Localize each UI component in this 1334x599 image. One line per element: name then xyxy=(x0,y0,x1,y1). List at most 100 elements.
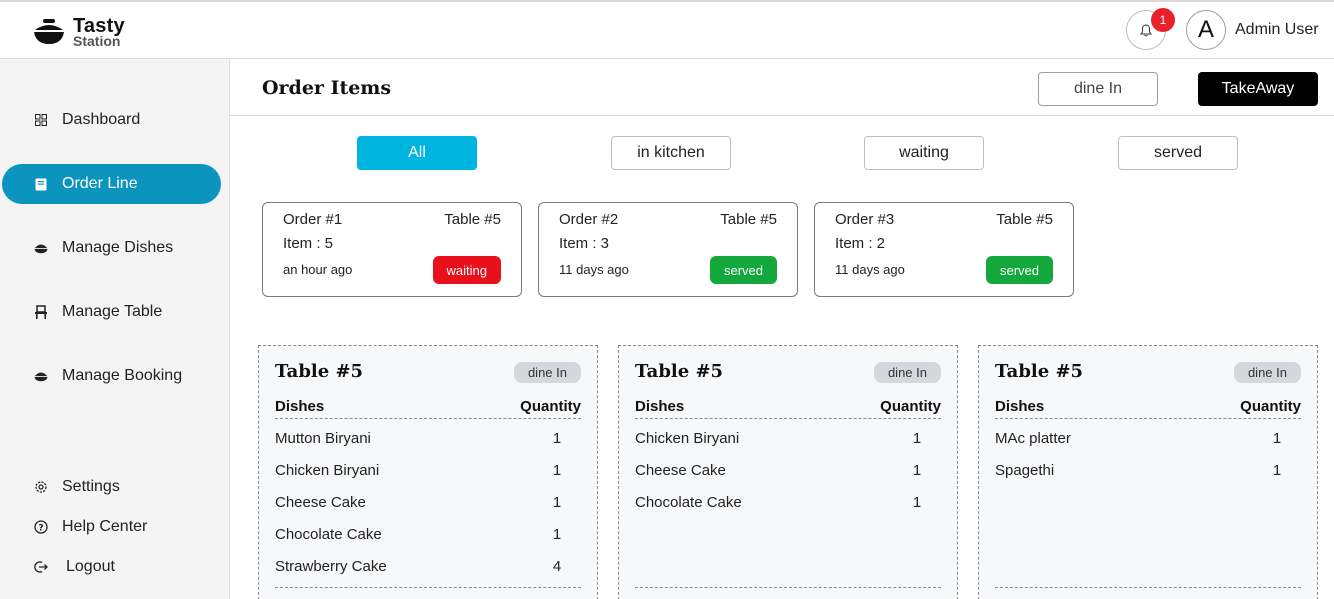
dishes-header: Dishes Quantity xyxy=(995,398,1301,419)
sidebar-item-dashboard[interactable]: Dashboard xyxy=(2,100,221,140)
dishes-header: Dishes Quantity xyxy=(635,398,941,419)
order-card[interactable]: Order #1 Table #5 Item : 5 an hour ago wa… xyxy=(262,202,522,297)
dish-quantity: 1 xyxy=(552,494,562,511)
dish-name: Strawberry Cake xyxy=(275,558,387,575)
order-type-badge: dine In xyxy=(1233,362,1301,383)
dish-row: Cheese Cake 1 xyxy=(635,462,941,482)
sidebar-item-label: Manage Table xyxy=(62,303,163,320)
takeaway-button[interactable]: TakeAway xyxy=(1198,72,1318,106)
order-number: Order #3 xyxy=(835,211,895,228)
filter-waiting[interactable]: waiting xyxy=(864,136,984,170)
dish-name: Chicken Biryani xyxy=(635,430,740,447)
sidebar-item-label: Help Center xyxy=(62,518,148,535)
sidebar: Dashboard Order Line Manage Dishes Manag… xyxy=(0,59,230,599)
dish-row: MAc platter 1 xyxy=(995,430,1301,450)
dish-quantity: 1 xyxy=(912,430,922,447)
dish-quantity: 1 xyxy=(1272,430,1282,447)
sidebar-item-settings[interactable]: Settings xyxy=(2,467,221,507)
status-badge: waiting xyxy=(432,256,501,284)
dishes-column-header: Dishes xyxy=(995,398,1045,415)
order-time: 11 days ago xyxy=(835,262,905,277)
notification-count-badge: 1 xyxy=(1151,8,1175,32)
grid-icon xyxy=(34,113,48,127)
dine-in-button[interactable]: dine In xyxy=(1038,72,1158,106)
dishes-header: Dishes Quantity xyxy=(275,398,581,419)
filter-in-kitchen[interactable]: in kitchen xyxy=(611,136,731,170)
dish-quantity: 1 xyxy=(552,526,562,543)
order-card[interactable]: Order #2 Table #5 Item : 3 11 days ago se… xyxy=(538,202,798,297)
order-table: Table #5 xyxy=(444,211,501,228)
order-time: an hour ago xyxy=(283,262,353,277)
order-table: Table #5 xyxy=(996,211,1053,228)
dish-quantity: 1 xyxy=(912,462,922,479)
divider xyxy=(275,587,581,588)
dish-row: Mutton Biryani 1 xyxy=(275,430,581,450)
order-item-count: Item : 2 xyxy=(835,235,886,252)
brand-logo[interactable]: Tasty Station xyxy=(33,16,125,48)
top-header: Tasty Station 1 A Admin User xyxy=(0,2,1334,59)
app-root: Tasty Station 1 A Admin User Dashboard O… xyxy=(0,0,1334,599)
dish-name: Cheese Cake xyxy=(275,494,366,511)
logout-icon xyxy=(34,560,48,574)
order-item-count: Item : 3 xyxy=(559,235,610,252)
quantity-column-header: Quantity xyxy=(520,398,581,415)
dish-quantity: 1 xyxy=(552,462,562,479)
dish-name: Spagethi xyxy=(995,462,1055,479)
sidebar-item-logout[interactable]: Logout xyxy=(2,547,221,587)
dish-name: Mutton Biryani xyxy=(275,430,371,447)
sidebar-item-manage-table[interactable]: Manage Table xyxy=(2,292,221,332)
gear-icon xyxy=(34,480,48,494)
dish-row: Chocolate Cake 1 xyxy=(635,494,941,514)
sidebar-item-label: Manage Dishes xyxy=(62,239,174,256)
table-title: Table #5 xyxy=(995,361,1084,382)
sidebar-item-label: Dashboard xyxy=(62,111,141,128)
bowl-logo-icon xyxy=(34,19,64,44)
dish-quantity: 1 xyxy=(912,494,922,511)
divider xyxy=(635,587,941,588)
divider xyxy=(230,115,1334,116)
quantity-column-header: Quantity xyxy=(880,398,941,415)
sidebar-item-manage-booking[interactable]: Manage Booking xyxy=(2,356,221,396)
order-card[interactable]: Order #3 Table #5 Item : 2 11 days ago se… xyxy=(814,202,1074,297)
dish-quantity: 1 xyxy=(1272,462,1282,479)
status-badge: served xyxy=(709,256,777,284)
sidebar-item-help-center[interactable]: ? Help Center xyxy=(2,507,221,547)
dish-name: Cheese Cake xyxy=(635,462,726,479)
bowl-icon xyxy=(34,369,48,383)
sidebar-item-manage-dishes[interactable]: Manage Dishes xyxy=(2,228,221,268)
divider xyxy=(995,587,1301,588)
sidebar-item-order-line[interactable]: Order Line xyxy=(2,164,221,204)
dish-name: Chocolate Cake xyxy=(275,526,382,543)
chair-icon xyxy=(34,305,48,319)
table-title: Table #5 xyxy=(275,361,364,382)
page-title: Order Items xyxy=(262,77,392,99)
table-order-card: Table #5 dine In Dishes Quantity Chicken … xyxy=(618,345,958,599)
dish-row: Strawberry Cake 4 xyxy=(275,558,581,578)
user-name[interactable]: Admin User xyxy=(1235,21,1319,39)
avatar[interactable]: A xyxy=(1186,10,1226,50)
order-item-count: Item : 5 xyxy=(283,235,334,252)
dish-row: Chicken Biryani 1 xyxy=(275,462,581,482)
brand-subtitle: Station xyxy=(73,33,121,49)
sidebar-item-label: Order Line xyxy=(62,175,138,192)
bell-icon xyxy=(1140,23,1152,36)
book-icon xyxy=(34,177,48,191)
dish-row: Cheese Cake 1 xyxy=(275,494,581,514)
dish-name: Chicken Biryani xyxy=(275,462,380,479)
dish-row: Chocolate Cake 1 xyxy=(275,526,581,546)
order-type-badge: dine In xyxy=(513,362,581,383)
order-table: Table #5 xyxy=(720,211,777,228)
dishes-column-header: Dishes xyxy=(635,398,685,415)
status-badge: served xyxy=(985,256,1053,284)
svg-text:?: ? xyxy=(38,524,43,534)
dishes-column-header: Dishes xyxy=(275,398,325,415)
filter-served[interactable]: served xyxy=(1118,136,1238,170)
table-title: Table #5 xyxy=(635,361,724,382)
help-icon: ? xyxy=(34,520,48,534)
dish-row: Chicken Biryani 1 xyxy=(635,430,941,450)
dish-row: Spagethi 1 xyxy=(995,462,1301,482)
order-time: 11 days ago xyxy=(559,262,629,277)
filter-all[interactable]: All xyxy=(357,136,477,170)
sidebar-item-label: Logout xyxy=(66,558,115,575)
sidebar-item-label: Settings xyxy=(62,478,120,495)
